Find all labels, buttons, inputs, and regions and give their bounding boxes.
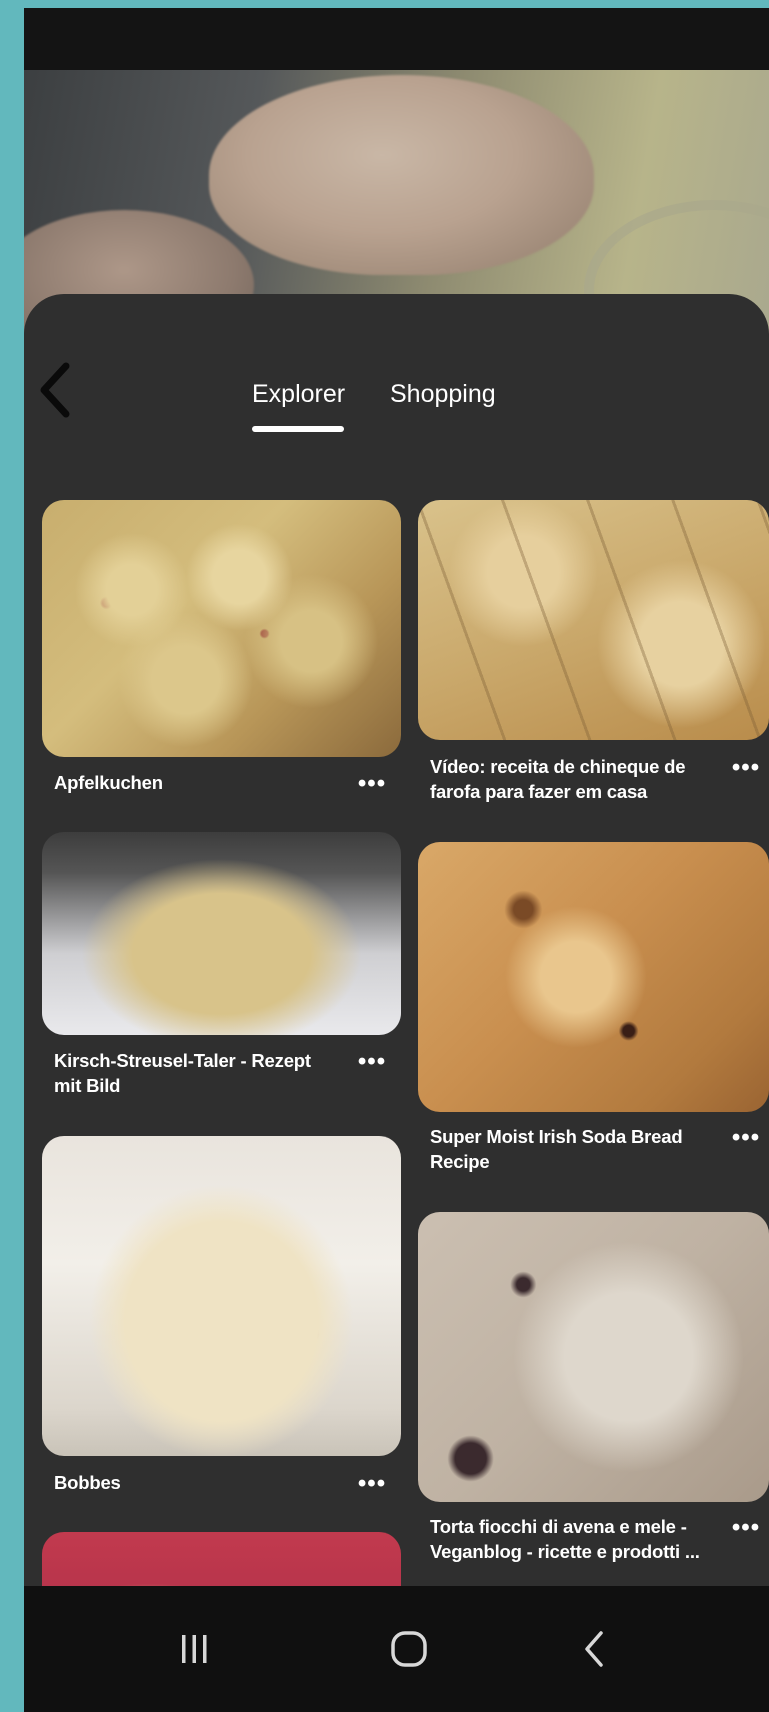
more-options-button[interactable]: ••• [354, 772, 390, 796]
tab-shopping[interactable]: Shopping [390, 380, 496, 409]
back-button[interactable] [30, 360, 80, 420]
pin-image-irish-soda-bread[interactable] [418, 842, 769, 1112]
hero-cake [209, 75, 594, 275]
pin-image-bobbes[interactable] [42, 1136, 401, 1456]
home-icon [391, 1631, 427, 1667]
pin-title[interactable]: Apfelkuchen [54, 770, 344, 795]
pin-image-chineque[interactable] [418, 500, 769, 740]
recent-apps-button[interactable] [139, 1586, 249, 1712]
status-bar [24, 8, 769, 70]
pin-title[interactable]: Vídeo: receita de chineque de farofa par… [430, 754, 710, 804]
active-tab-indicator [252, 426, 344, 432]
chevron-left-icon [40, 362, 70, 418]
more-options-button[interactable]: ••• [354, 1050, 390, 1074]
pin-image-apfelkuchen[interactable] [42, 500, 401, 757]
back-icon [585, 1631, 603, 1667]
tab-explorer[interactable]: Explorer [252, 380, 345, 409]
system-navigation-bar [24, 1586, 769, 1712]
home-button[interactable] [354, 1586, 464, 1712]
pin-title[interactable]: Kirsch-Streusel-Taler - Rezept mit Bild [54, 1048, 334, 1098]
pin-title[interactable]: Bobbes [54, 1470, 334, 1495]
pin-title[interactable]: Super Moist Irish Soda Bread Recipe [430, 1124, 710, 1174]
pin-image-kirsch-streusel[interactable] [42, 832, 401, 1035]
more-options-button[interactable]: ••• [354, 1472, 390, 1496]
pin-image-torta-fiocchi[interactable] [418, 1212, 769, 1502]
more-options-button[interactable]: ••• [728, 1516, 764, 1540]
recent-apps-icon [182, 1635, 207, 1663]
pin-title[interactable]: Torta fiocchi di avena e mele - Veganblo… [430, 1514, 720, 1564]
more-options-button[interactable]: ••• [728, 1126, 764, 1150]
more-options-button[interactable]: ••• [728, 756, 764, 780]
nav-back-button[interactable] [539, 1586, 649, 1712]
